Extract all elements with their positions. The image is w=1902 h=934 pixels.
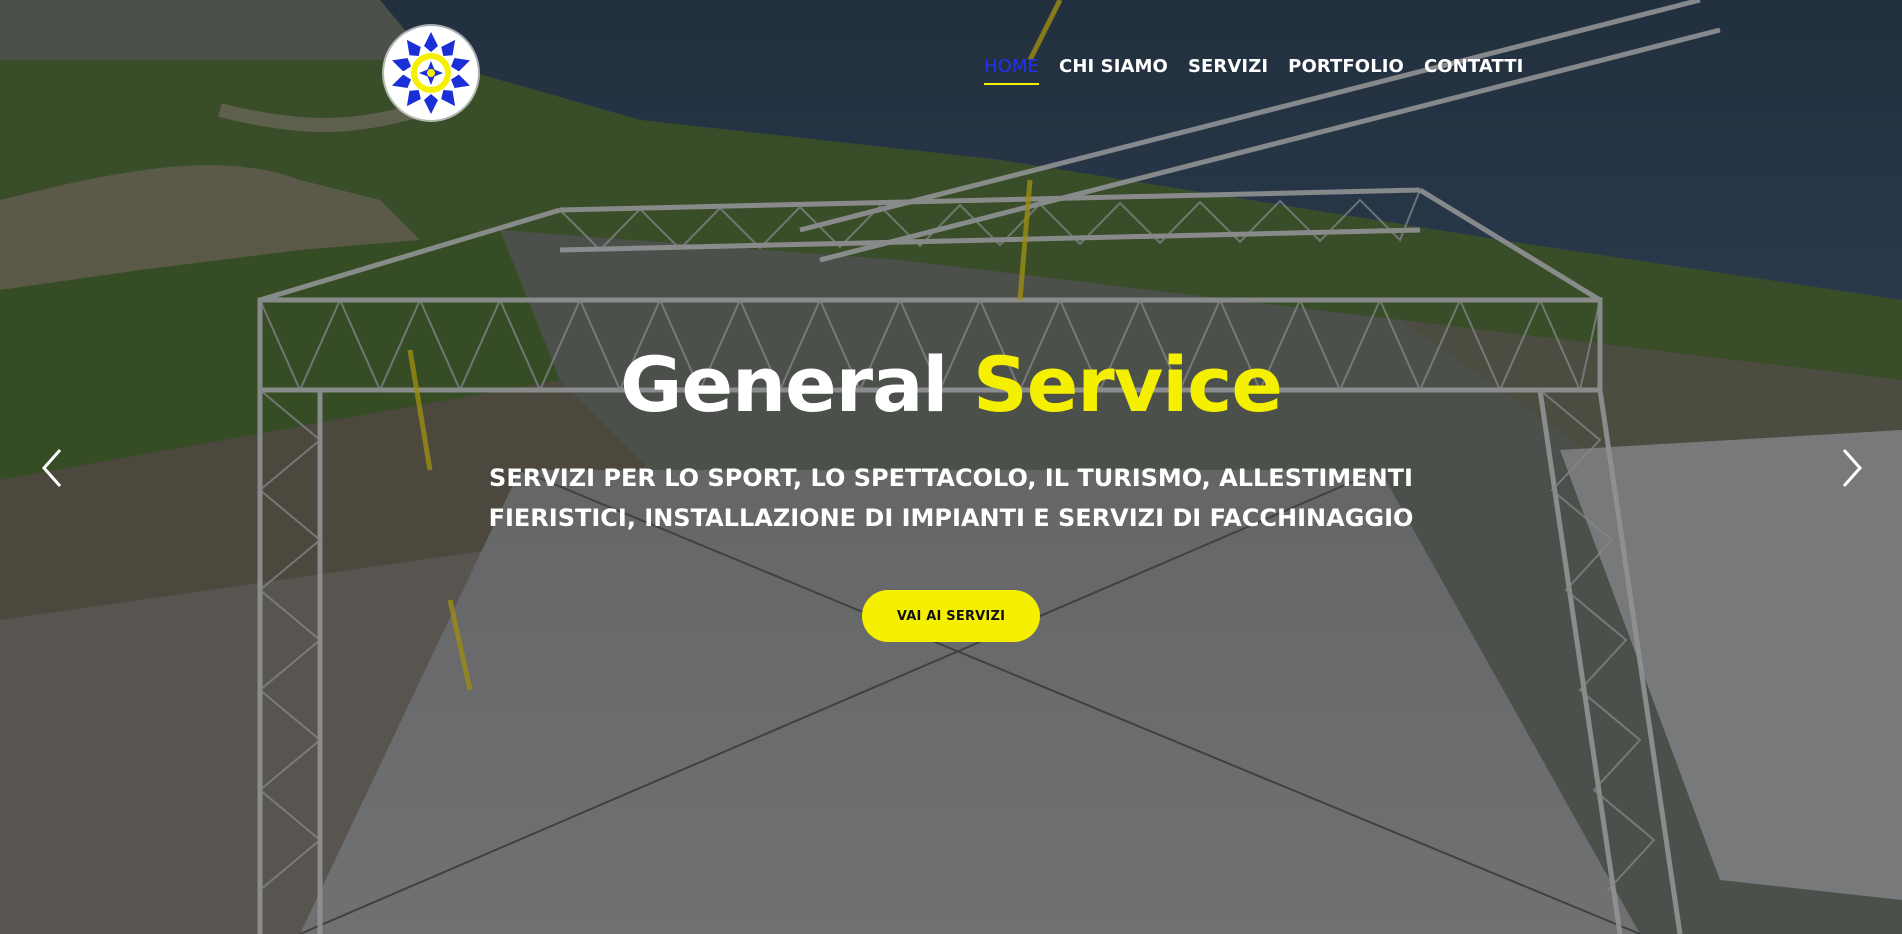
hero-subtitle-line-2: FIERISTICI, INSTALLAZIONE DI IMPIANTI E …	[488, 504, 1414, 532]
hero-subtitle-line-1: SERVIZI PER LO SPORT, LO SPETTACOLO, IL …	[489, 464, 1413, 492]
logo-emblem-icon	[385, 27, 477, 119]
hero-title-accent: Service	[972, 340, 1283, 429]
nav-item-portfolio[interactable]: PORTFOLIO	[1288, 56, 1404, 85]
hero-title-main: General	[620, 340, 948, 429]
main-navigation: HOME CHI SIAMO SERVIZI PORTFOLIO CONTATT…	[984, 56, 1543, 85]
nav-item-chi-siamo[interactable]: CHI SIAMO	[1059, 56, 1168, 85]
nav-item-home[interactable]: HOME	[984, 56, 1040, 85]
hero-slider: HOME CHI SIAMO SERVIZI PORTFOLIO CONTATT…	[0, 0, 1902, 934]
nav-item-contatti[interactable]: CONTATTI	[1424, 56, 1523, 85]
nav-item-servizi[interactable]: SERVIZI	[1188, 56, 1268, 85]
hero-subtitle: SERVIZI PER LO SPORT, LO SPETTACOLO, IL …	[0, 458, 1902, 538]
vai-ai-servizi-button[interactable]: VAI AI SERVIZI	[862, 590, 1040, 642]
hero-title: General Service	[0, 340, 1902, 430]
company-logo[interactable]	[384, 26, 478, 120]
